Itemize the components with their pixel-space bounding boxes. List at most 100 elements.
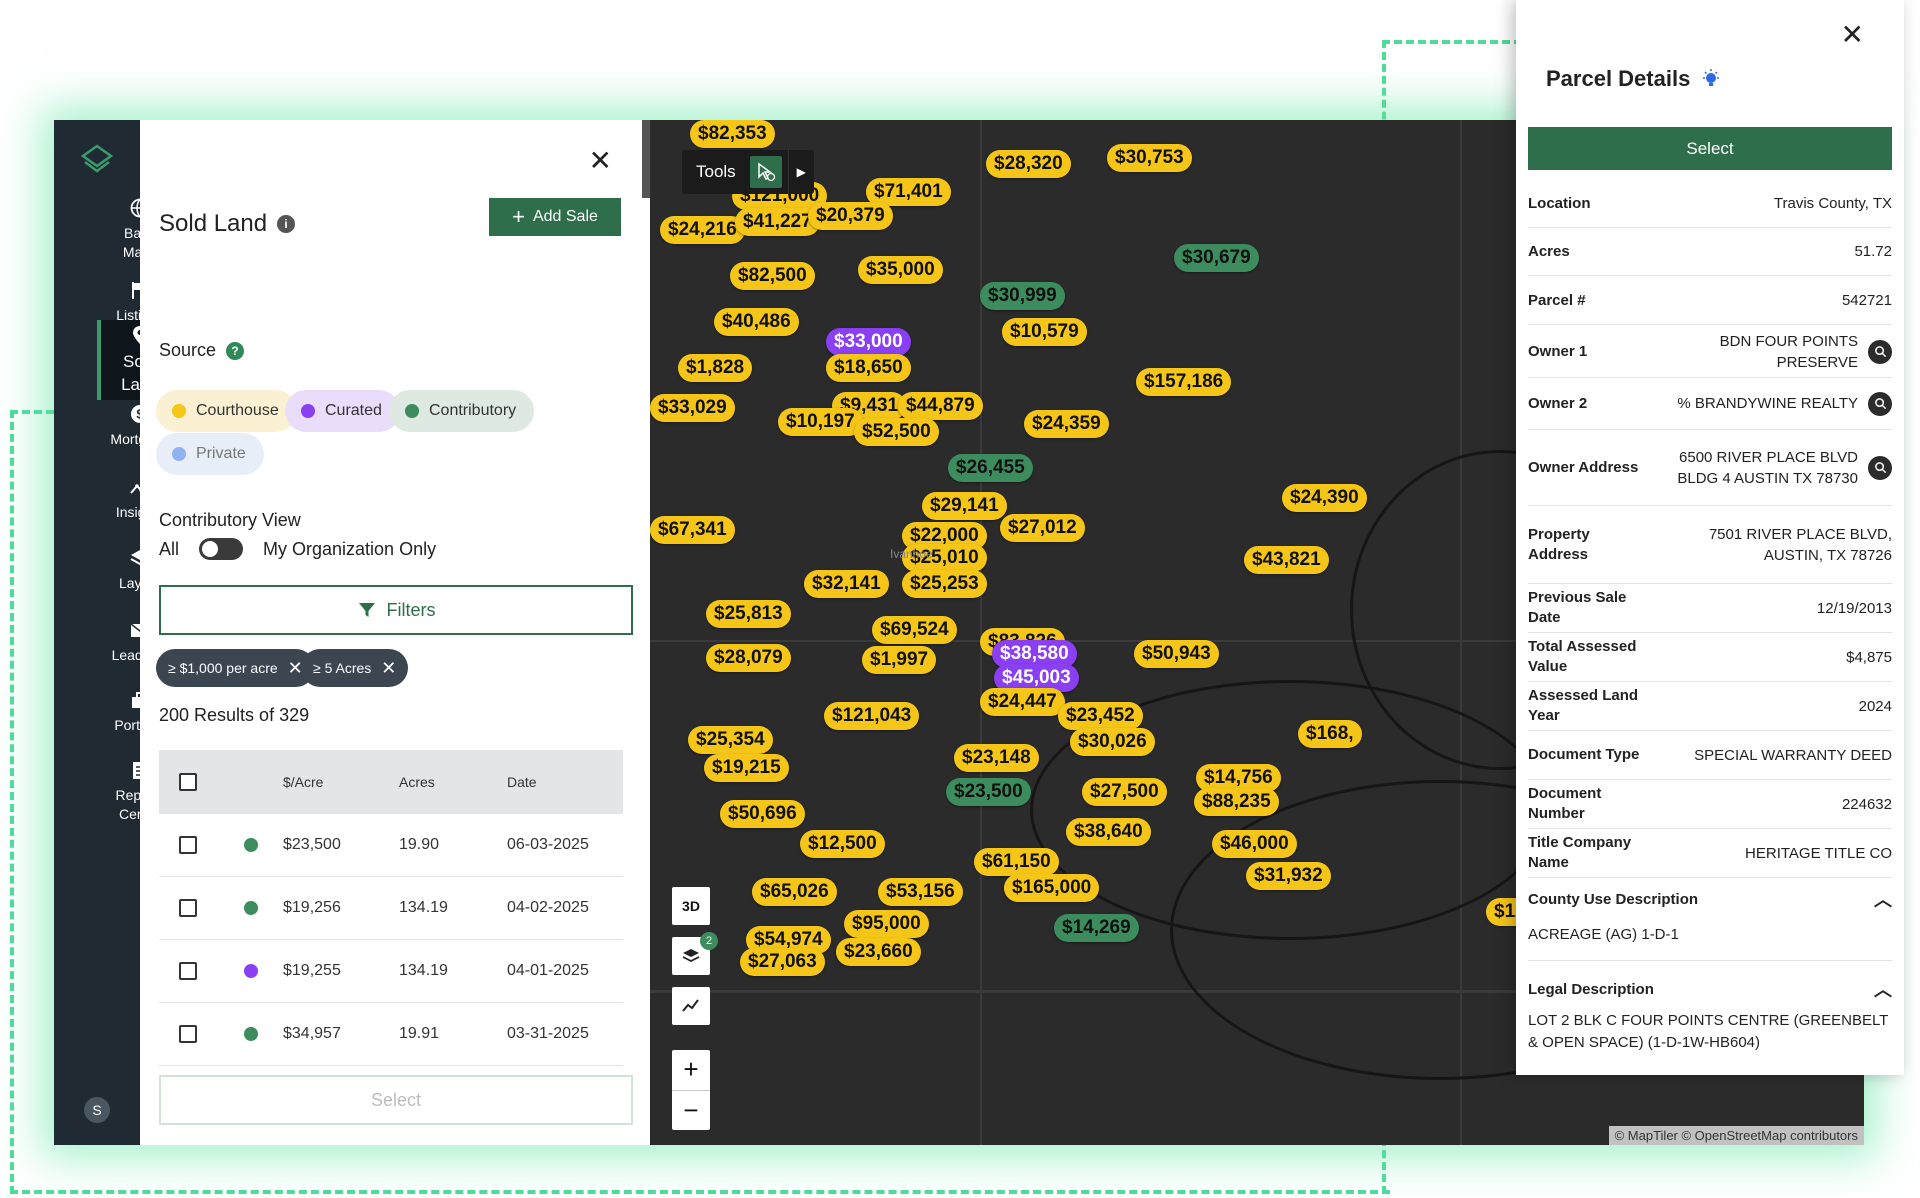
price-marker[interactable]: $25,354 <box>688 726 773 754</box>
price-marker[interactable]: $50,696 <box>720 800 805 828</box>
row-checkbox[interactable] <box>179 899 197 917</box>
price-marker[interactable]: $82,353 <box>690 120 775 148</box>
price-marker[interactable]: $69,524 <box>872 616 957 644</box>
price-marker[interactable]: $67,341 <box>650 516 735 544</box>
map-3d-button[interactable]: 3D <box>672 887 710 925</box>
price-marker[interactable]: $28,320 <box>986 150 1071 178</box>
price-marker[interactable]: $44,879 <box>898 392 983 420</box>
price-marker[interactable]: $23,500 <box>946 778 1031 806</box>
price-marker[interactable]: $41,227 <box>735 208 820 236</box>
select-all-checkbox[interactable] <box>179 773 197 791</box>
add-sale-button[interactable]: + Add Sale <box>489 198 621 236</box>
price-marker[interactable]: $33,000 <box>826 328 911 356</box>
search-icon[interactable] <box>1868 455 1892 480</box>
col-acres[interactable]: Acres <box>399 774 507 790</box>
source-chip-private[interactable]: Private <box>156 433 264 475</box>
table-row[interactable]: $19,255 134.19 04-01-2025 <box>159 940 623 1003</box>
price-marker[interactable]: $10,197 <box>778 408 863 436</box>
price-marker[interactable]: $30,753 <box>1107 144 1192 172</box>
row-checkbox[interactable] <box>179 1025 197 1043</box>
price-marker[interactable]: $10,579 <box>1002 318 1087 346</box>
help-icon[interactable]: ? <box>226 341 245 360</box>
price-marker[interactable]: $53,156 <box>878 878 963 906</box>
price-marker[interactable]: $25,253 <box>902 570 987 598</box>
info-icon[interactable]: i <box>277 215 296 233</box>
chevron-up-icon[interactable]: ︿ <box>1874 886 1892 912</box>
filters-button[interactable]: Filters <box>159 585 633 635</box>
price-marker[interactable]: $82,500 <box>730 262 815 290</box>
select-button[interactable]: Select <box>159 1075 633 1125</box>
price-marker[interactable]: $24,216 <box>660 216 745 244</box>
price-marker[interactable]: $95,000 <box>844 910 929 938</box>
search-icon[interactable] <box>1868 391 1892 416</box>
table-row[interactable]: $34,957 19.91 03-31-2025 <box>159 1003 623 1066</box>
price-marker[interactable]: $65,026 <box>752 878 837 906</box>
zoom-in-button[interactable]: + <box>672 1050 710 1091</box>
lightbulb-icon[interactable] <box>1700 68 1722 90</box>
parcel-info-tool-button[interactable] <box>749 156 782 188</box>
user-avatar[interactable]: S <box>84 1097 110 1123</box>
source-chip-curated[interactable]: Curated <box>285 390 400 432</box>
price-marker[interactable]: $38,640 <box>1066 818 1151 846</box>
price-marker[interactable]: $52,500 <box>854 418 939 446</box>
price-marker[interactable]: $157,186 <box>1136 368 1232 396</box>
price-marker[interactable]: $28,079 <box>706 644 791 672</box>
close-details-button[interactable]: ✕ <box>1841 18 1864 51</box>
price-marker[interactable]: $61,150 <box>974 848 1059 876</box>
app-logo-icon[interactable] <box>77 140 117 180</box>
price-marker[interactable]: $23,148 <box>954 744 1039 772</box>
price-marker[interactable]: $40,486 <box>714 308 799 336</box>
price-marker[interactable]: $33,029 <box>650 394 735 422</box>
price-marker[interactable]: $26,455 <box>948 454 1033 482</box>
table-row[interactable]: $19,256 134.19 04-02-2025 <box>159 877 623 940</box>
price-marker[interactable]: $165,000 <box>1004 874 1100 902</box>
price-marker[interactable]: $29,141 <box>922 492 1007 520</box>
price-marker[interactable]: $23,452 <box>1058 702 1143 730</box>
price-marker[interactable]: $14,269 <box>1054 914 1139 942</box>
price-marker[interactable]: $30,026 <box>1070 728 1155 756</box>
table-row[interactable]: $23,500 19.90 06-03-2025 <box>159 814 623 877</box>
price-marker[interactable]: $31,932 <box>1246 862 1331 890</box>
filter-chip-acres[interactable]: ≥ 5 Acres ✕ <box>301 649 409 687</box>
tools-expand-icon[interactable]: ▶ <box>787 150 814 194</box>
chevron-up-icon[interactable]: ︿ <box>1874 976 1892 1002</box>
col-price-per-acre[interactable]: $/Acre <box>283 774 399 790</box>
price-marker[interactable]: $24,447 <box>980 688 1065 716</box>
panel-scrollbar[interactable] <box>642 120 650 198</box>
search-icon[interactable] <box>1868 339 1892 364</box>
price-marker[interactable]: $35,000 <box>858 256 943 284</box>
col-date[interactable]: Date <box>507 774 623 790</box>
price-marker[interactable]: $23,660 <box>836 938 921 966</box>
price-marker[interactable]: $27,012 <box>1000 514 1085 542</box>
map-insights-button[interactable] <box>672 987 710 1025</box>
parcel-select-button[interactable]: Select <box>1528 127 1892 170</box>
price-marker[interactable]: $25,813 <box>706 600 791 628</box>
price-marker[interactable]: $20,379 <box>808 202 893 230</box>
price-marker[interactable]: $12,500 <box>800 830 885 858</box>
price-marker[interactable]: $30,999 <box>980 282 1065 310</box>
price-marker[interactable]: $1,997 <box>862 646 937 674</box>
price-marker[interactable]: $24,390 <box>1282 484 1367 512</box>
price-marker[interactable]: $24,359 <box>1024 410 1109 438</box>
row-checkbox[interactable] <box>179 836 197 854</box>
close-panel-button[interactable]: ✕ <box>589 144 612 177</box>
price-marker[interactable]: $30,679 <box>1174 244 1259 272</box>
remove-filter-icon[interactable]: ✕ <box>381 658 396 679</box>
price-marker[interactable]: $27,500 <box>1082 778 1167 806</box>
price-marker[interactable]: $1,828 <box>678 354 753 382</box>
price-marker[interactable]: $27,063 <box>740 948 825 976</box>
source-chip-contributory[interactable]: Contributory <box>389 390 535 432</box>
zoom-out-button[interactable]: − <box>672 1091 710 1131</box>
price-marker[interactable]: $88,235 <box>1194 788 1279 816</box>
price-marker[interactable]: $19,215 <box>704 754 789 782</box>
price-marker[interactable]: $50,943 <box>1134 640 1219 668</box>
price-marker[interactable]: $121,043 <box>824 702 920 730</box>
price-marker[interactable]: $43,821 <box>1244 546 1329 574</box>
row-checkbox[interactable] <box>179 962 197 980</box>
source-chip-courthouse[interactable]: Courthouse <box>156 390 297 432</box>
price-marker[interactable]: $32,141 <box>804 570 889 598</box>
org-only-toggle[interactable] <box>199 538 244 560</box>
price-marker[interactable]: $168, <box>1298 720 1362 748</box>
filter-chip-price[interactable]: ≥ $1,000 per acre ✕ <box>156 649 315 687</box>
price-marker[interactable]: $46,000 <box>1212 830 1297 858</box>
